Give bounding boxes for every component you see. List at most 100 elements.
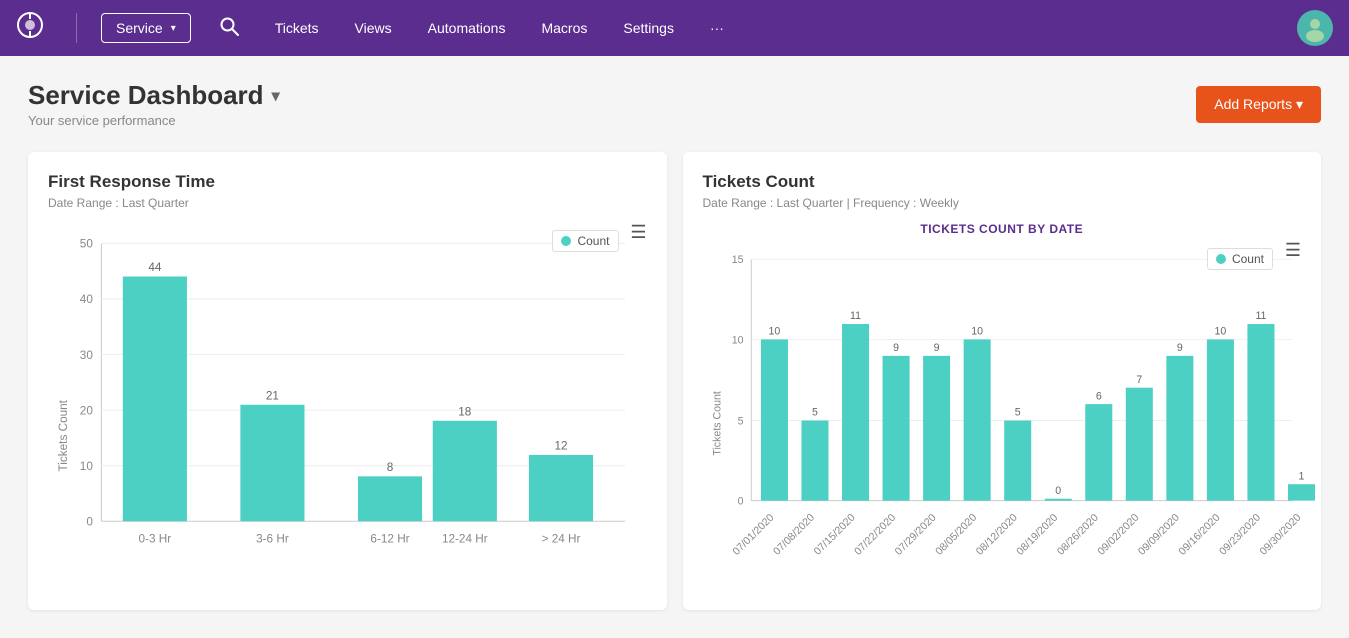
svg-text:5: 5 xyxy=(812,407,818,419)
svg-text:7: 7 xyxy=(1136,374,1142,386)
svg-text:10: 10 xyxy=(80,460,94,473)
avatar[interactable] xyxy=(1297,10,1333,46)
page-header: Service Dashboard ▾ Your service perform… xyxy=(0,56,1349,136)
chart1-legend: Count xyxy=(552,230,618,252)
svg-text:20: 20 xyxy=(80,404,94,417)
svg-text:10: 10 xyxy=(1214,326,1226,338)
chart2-svg: Tickets Count 15 10 5 0 10 xyxy=(703,240,1302,568)
svg-text:3-6 Hr: 3-6 Hr xyxy=(256,533,289,546)
nav-automations[interactable]: Automations xyxy=(420,16,514,40)
bar-tc-1 xyxy=(801,421,828,501)
bar-6-12hr xyxy=(358,476,422,521)
title-area: Service Dashboard ▾ Your service perform… xyxy=(28,80,280,128)
svg-text:07/15/2020: 07/15/2020 xyxy=(811,512,857,558)
nav-settings[interactable]: Settings xyxy=(615,16,682,40)
tickets-count-chart: Tickets Count Date Range : Last Quarter … xyxy=(683,152,1322,610)
first-response-time-chart: First Response Time Date Range : Last Qu… xyxy=(28,152,667,610)
dashboard-title: Service Dashboard xyxy=(28,80,264,111)
bar-0-3hr xyxy=(123,277,187,522)
chart2-legend-dot xyxy=(1216,254,1226,264)
svg-text:0: 0 xyxy=(1055,485,1061,497)
chart2-container: ☰ Count Tickets Count 15 10 5 0 xyxy=(703,240,1302,573)
svg-text:> 24 Hr: > 24 Hr xyxy=(542,533,581,546)
bar-tc-13 xyxy=(1287,484,1314,500)
chart2-menu-icon[interactable]: ☰ xyxy=(1285,240,1301,261)
svg-text:08/19/2020: 08/19/2020 xyxy=(1014,512,1060,558)
svg-text:Tickets Count: Tickets Count xyxy=(57,399,70,471)
svg-text:08/12/2020: 08/12/2020 xyxy=(973,512,1019,558)
nav-tickets[interactable]: Tickets xyxy=(267,16,327,40)
svg-text:Tickets Count: Tickets Count xyxy=(711,391,723,456)
bar-tc-10 xyxy=(1166,356,1193,501)
chart2-inner-title: TICKETS COUNT BY DATE xyxy=(703,222,1302,236)
title-chevron-icon[interactable]: ▾ xyxy=(272,86,280,106)
service-dropdown[interactable]: Service ▾ xyxy=(101,13,191,43)
service-label: Service xyxy=(116,20,163,36)
svg-text:1: 1 xyxy=(1298,470,1304,482)
svg-text:21: 21 xyxy=(266,389,279,402)
bar-tc-0 xyxy=(760,339,787,500)
svg-text:09/16/2020: 09/16/2020 xyxy=(1176,512,1222,558)
bar-tc-6 xyxy=(1004,421,1031,501)
chart1-legend-dot xyxy=(561,236,571,246)
chart1-menu-icon[interactable]: ☰ xyxy=(630,222,646,243)
svg-text:50: 50 xyxy=(80,238,94,251)
svg-text:9: 9 xyxy=(1176,342,1182,354)
svg-text:0: 0 xyxy=(737,495,743,507)
svg-text:9: 9 xyxy=(893,342,899,354)
bar-tc-4 xyxy=(923,356,950,501)
svg-text:18: 18 xyxy=(458,405,472,418)
nav-views[interactable]: Views xyxy=(347,16,400,40)
svg-text:07/08/2020: 07/08/2020 xyxy=(771,512,817,558)
page-subtitle: Your service performance xyxy=(28,113,280,128)
svg-text:40: 40 xyxy=(80,293,94,306)
bar-gt24hr xyxy=(529,455,593,521)
bar-12-24hr xyxy=(433,421,497,521)
nav-macros[interactable]: Macros xyxy=(533,16,595,40)
svg-text:10: 10 xyxy=(971,326,983,338)
svg-text:5: 5 xyxy=(1014,407,1020,419)
chart1-svg: Tickets Count 50 40 30 20 10 0 xyxy=(48,222,647,585)
bar-tc-9 xyxy=(1125,388,1152,501)
svg-text:09/09/2020: 09/09/2020 xyxy=(1135,512,1181,558)
bar-tc-3 xyxy=(882,356,909,501)
top-navigation: Service ▾ Tickets Views Automations Macr… xyxy=(0,0,1349,56)
bar-tc-11 xyxy=(1206,339,1233,500)
svg-text:08/05/2020: 08/05/2020 xyxy=(933,512,979,558)
search-icon[interactable] xyxy=(211,12,247,45)
svg-text:11: 11 xyxy=(1255,310,1266,322)
bar-3-6hr xyxy=(240,405,304,521)
svg-text:8: 8 xyxy=(387,461,394,474)
svg-text:09/02/2020: 09/02/2020 xyxy=(1095,512,1141,558)
svg-text:0: 0 xyxy=(86,516,93,529)
chart2-legend-label: Count xyxy=(1232,252,1264,266)
svg-text:30: 30 xyxy=(80,349,94,362)
svg-text:11: 11 xyxy=(850,310,861,322)
svg-text:10: 10 xyxy=(768,326,780,338)
bar-tc-2 xyxy=(842,324,869,501)
svg-text:44: 44 xyxy=(148,261,162,274)
svg-text:09/23/2020: 09/23/2020 xyxy=(1217,512,1263,558)
svg-text:9: 9 xyxy=(933,342,939,354)
svg-text:10: 10 xyxy=(731,334,743,346)
svg-text:0-3 Hr: 0-3 Hr xyxy=(139,533,172,546)
bar-tc-5 xyxy=(963,339,990,500)
svg-text:07/22/2020: 07/22/2020 xyxy=(852,512,898,558)
svg-text:08/26/2020: 08/26/2020 xyxy=(1054,512,1100,558)
svg-text:07/29/2020: 07/29/2020 xyxy=(892,512,938,558)
chart1-container: ☰ Count Tickets Count 50 40 30 xyxy=(48,222,647,590)
svg-text:5: 5 xyxy=(737,415,743,427)
svg-text:6: 6 xyxy=(1095,390,1101,402)
chart2-legend: Count xyxy=(1207,248,1273,270)
svg-text:07/01/2020: 07/01/2020 xyxy=(730,512,776,558)
logo-icon[interactable] xyxy=(16,11,44,45)
nav-more[interactable]: ··· xyxy=(702,16,732,40)
svg-text:6-12 Hr: 6-12 Hr xyxy=(370,533,409,546)
svg-text:15: 15 xyxy=(731,254,743,266)
page-title: Service Dashboard ▾ xyxy=(28,80,280,111)
nav-divider xyxy=(76,13,77,43)
svg-text:09/30/2020: 09/30/2020 xyxy=(1257,512,1303,558)
chevron-down-icon: ▾ xyxy=(171,23,176,34)
add-reports-button[interactable]: Add Reports ▾ xyxy=(1196,86,1321,123)
chart2-title: Tickets Count xyxy=(703,172,1302,192)
